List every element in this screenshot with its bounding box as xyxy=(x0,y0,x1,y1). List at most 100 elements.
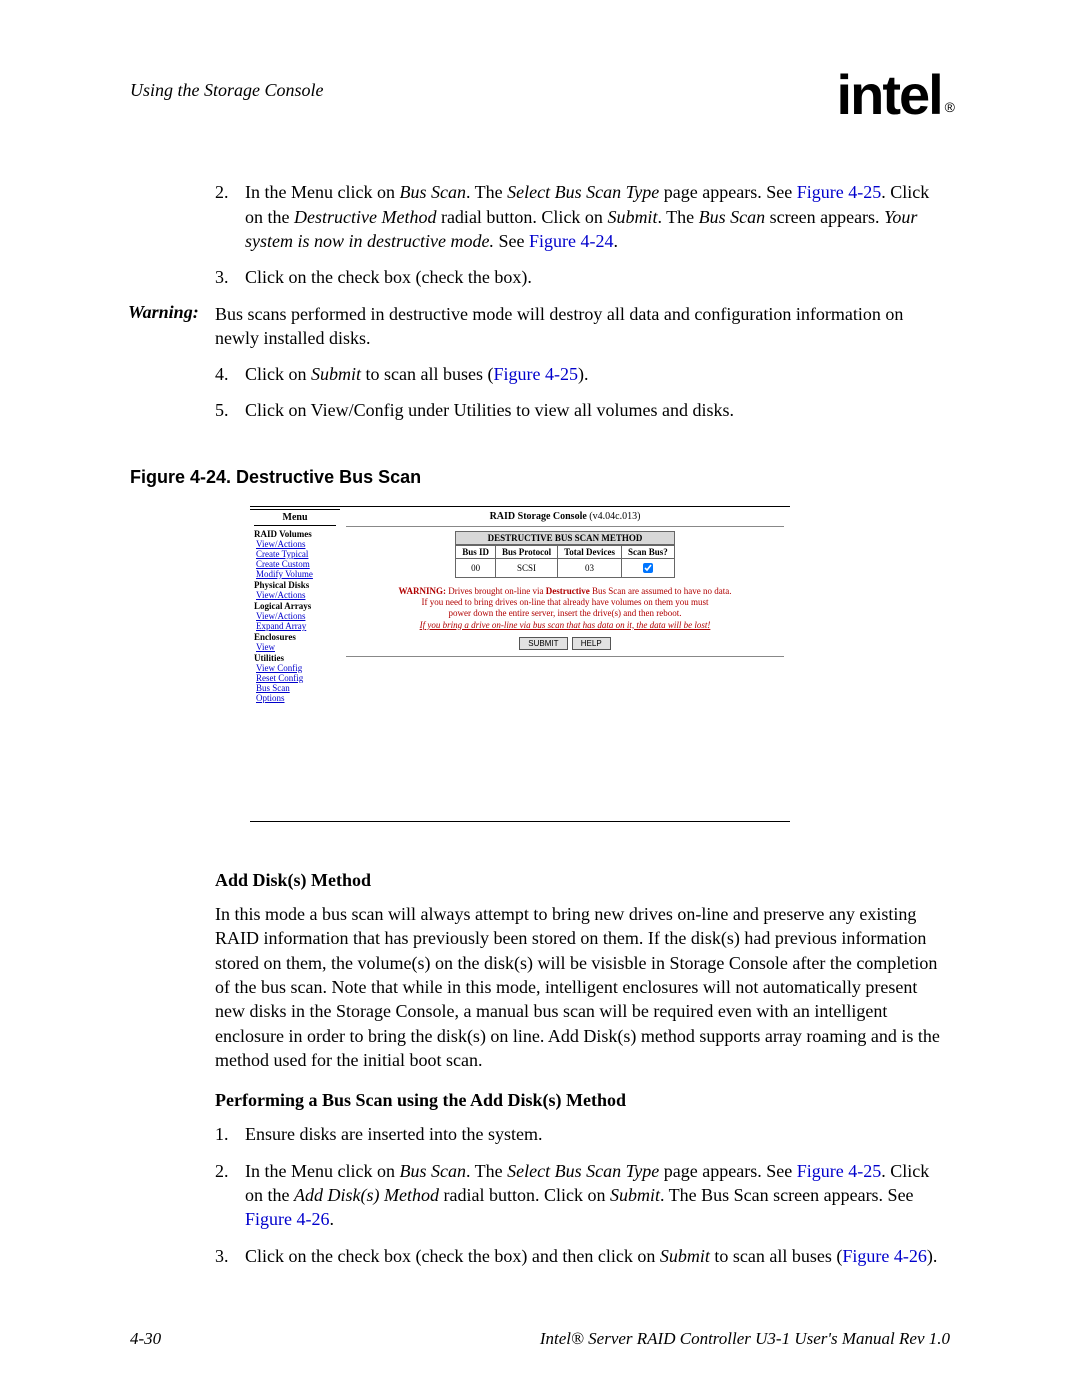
t: Submit xyxy=(311,364,361,384)
t: page appears. See xyxy=(659,182,796,202)
t: See xyxy=(494,231,529,251)
step-num: 5. xyxy=(215,398,245,422)
step-2: 2. In the Menu click on Bus Scan. The Se… xyxy=(215,180,950,253)
fig-link[interactable]: Figure 4-24 xyxy=(529,231,614,251)
td-total-devices: 03 xyxy=(558,558,622,577)
warning-label: Warning: xyxy=(128,302,215,351)
td-bus-id: 00 xyxy=(456,558,496,577)
menu-column: Menu RAID Volumes View/Actions Create Ty… xyxy=(250,509,340,821)
step-text: Click on the check box (check the box). xyxy=(245,265,532,289)
t: Bus Scan are assumed to have no data. xyxy=(590,586,732,596)
content-title: RAID Storage Console (v4.04c.013) xyxy=(346,511,784,522)
t: ). xyxy=(927,1246,938,1266)
menu-group: Utilities xyxy=(254,653,336,663)
th-scan-bus: Scan Bus? xyxy=(622,545,675,558)
page-number: 4-30 xyxy=(130,1329,161,1349)
t: . The xyxy=(466,1161,507,1181)
step-num: 3. xyxy=(215,1244,245,1268)
destructive-warning: WARNING: Drives brought on-line via Dest… xyxy=(364,586,767,631)
t: If you bring a drive on-line via bus sca… xyxy=(420,620,711,630)
menu-link-modify-volume[interactable]: Modify Volume xyxy=(254,569,336,579)
menu-link-view-config[interactable]: View Config xyxy=(254,663,336,673)
t: ). xyxy=(578,364,589,384)
t: Drives brought on-line via xyxy=(448,586,545,596)
t: Destructive xyxy=(546,586,590,596)
t: RAID Storage Console xyxy=(490,511,587,522)
divider xyxy=(346,656,784,657)
t: . The Bus Scan screen appears. See xyxy=(660,1185,914,1205)
t: power down the entire server, insert the… xyxy=(448,608,681,618)
menu-link-options[interactable]: Options xyxy=(254,693,336,703)
step-c3: 3. Click on the check box (check the box… xyxy=(215,1244,950,1268)
menu-group: RAID Volumes xyxy=(254,529,336,539)
submit-button[interactable]: SUBMIT xyxy=(519,637,567,650)
logo-text: intel xyxy=(837,63,942,126)
paragraph: In this mode a bus scan will always atte… xyxy=(215,902,950,1072)
td-bus-protocol: SCSI xyxy=(495,558,557,577)
subheading-performing: Performing a Bus Scan using the Add Disk… xyxy=(215,1088,950,1112)
divider xyxy=(346,526,784,527)
step-3: 3. Click on the check box (check the box… xyxy=(215,265,950,289)
menu-group: Physical Disks xyxy=(254,580,336,590)
t: Submit xyxy=(660,1246,710,1266)
t: If you need to bring drives on-line that… xyxy=(422,597,709,607)
bus-scan-table: DESTRUCTIVE BUS SCAN METHOD Bus ID Bus P… xyxy=(455,531,675,578)
step-4: 4. Click on Submit to scan all buses (Fi… xyxy=(215,362,950,386)
t: Add Disk(s) Method xyxy=(294,1185,439,1205)
step-num: 2. xyxy=(215,1159,245,1232)
step-5: 5. Click on View/Config under Utilities … xyxy=(215,398,950,422)
menu-link-view-actions[interactable]: View/Actions xyxy=(254,590,336,600)
t: . xyxy=(330,1209,335,1229)
fig-link[interactable]: Figure 4-26 xyxy=(842,1246,927,1266)
content-column: RAID Storage Console (v4.04c.013) DESTRU… xyxy=(340,507,790,821)
fig-link[interactable]: Figure 4-25 xyxy=(797,1161,882,1181)
intel-logo: intel® xyxy=(837,70,950,120)
th-total-devices: Total Devices xyxy=(558,545,622,558)
warning-text: Bus scans performed in destructive mode … xyxy=(215,302,950,351)
menu-link-view[interactable]: View xyxy=(254,642,336,652)
th-bus-id: Bus ID xyxy=(456,545,496,558)
t: . The xyxy=(466,182,507,202)
menu-link-expand-array[interactable]: Expand Array xyxy=(254,621,336,631)
menu-link-create-typical[interactable]: Create Typical xyxy=(254,549,336,559)
menu-link-create-custom[interactable]: Create Custom xyxy=(254,559,336,569)
running-head: Using the Storage Console xyxy=(130,80,324,101)
menu-link-reset-config[interactable]: Reset Config xyxy=(254,673,336,683)
t: WARNING: xyxy=(399,586,449,596)
t: Submit xyxy=(607,207,657,227)
menu-link-bus-scan[interactable]: Bus Scan xyxy=(254,683,336,693)
step-num: 4. xyxy=(215,362,245,386)
fig-link[interactable]: Figure 4-25 xyxy=(493,364,578,384)
t: In the Menu click on xyxy=(245,1161,399,1181)
figure-caption: Figure 4-24. Destructive Bus Scan xyxy=(130,467,950,488)
step-num: 3. xyxy=(215,265,245,289)
logo-reg: ® xyxy=(945,99,953,115)
subheading-add-disks: Add Disk(s) Method xyxy=(215,868,950,892)
t: (v4.04c.013) xyxy=(587,511,641,522)
figure-4-24: Menu RAID Volumes View/Actions Create Ty… xyxy=(250,506,790,822)
t: screen appears. xyxy=(765,207,884,227)
t: . xyxy=(613,231,618,251)
t: In the Menu click on xyxy=(245,182,399,202)
fig-link[interactable]: Figure 4-25 xyxy=(797,182,882,202)
step-num: 2. xyxy=(215,180,245,253)
scan-bus-checkbox[interactable] xyxy=(643,563,653,573)
manual-title: Intel® Server RAID Controller U3-1 User'… xyxy=(540,1329,950,1349)
menu-link-view-actions[interactable]: View/Actions xyxy=(254,539,336,549)
step-num: 1. xyxy=(215,1122,245,1146)
fig-link[interactable]: Figure 4-26 xyxy=(245,1209,330,1229)
t: . The xyxy=(657,207,698,227)
step-c1: 1. Ensure disks are inserted into the sy… xyxy=(215,1122,950,1146)
t: page appears. See xyxy=(659,1161,796,1181)
menu-link-view-actions[interactable]: View/Actions xyxy=(254,611,336,621)
step-c2: 2. In the Menu click on Bus Scan. The Se… xyxy=(215,1159,950,1232)
t: radial button. Click on xyxy=(436,207,607,227)
help-button[interactable]: HELP xyxy=(572,637,611,650)
t: Bus Scan xyxy=(399,182,466,202)
table-caption: DESTRUCTIVE BUS SCAN METHOD xyxy=(455,531,675,545)
menu-group: Enclosures xyxy=(254,632,336,642)
menu-header: Menu xyxy=(254,512,336,526)
step-text: Ensure disks are inserted into the syste… xyxy=(245,1122,542,1146)
td-scan-bus xyxy=(622,558,675,577)
t: Bus Scan xyxy=(399,1161,466,1181)
